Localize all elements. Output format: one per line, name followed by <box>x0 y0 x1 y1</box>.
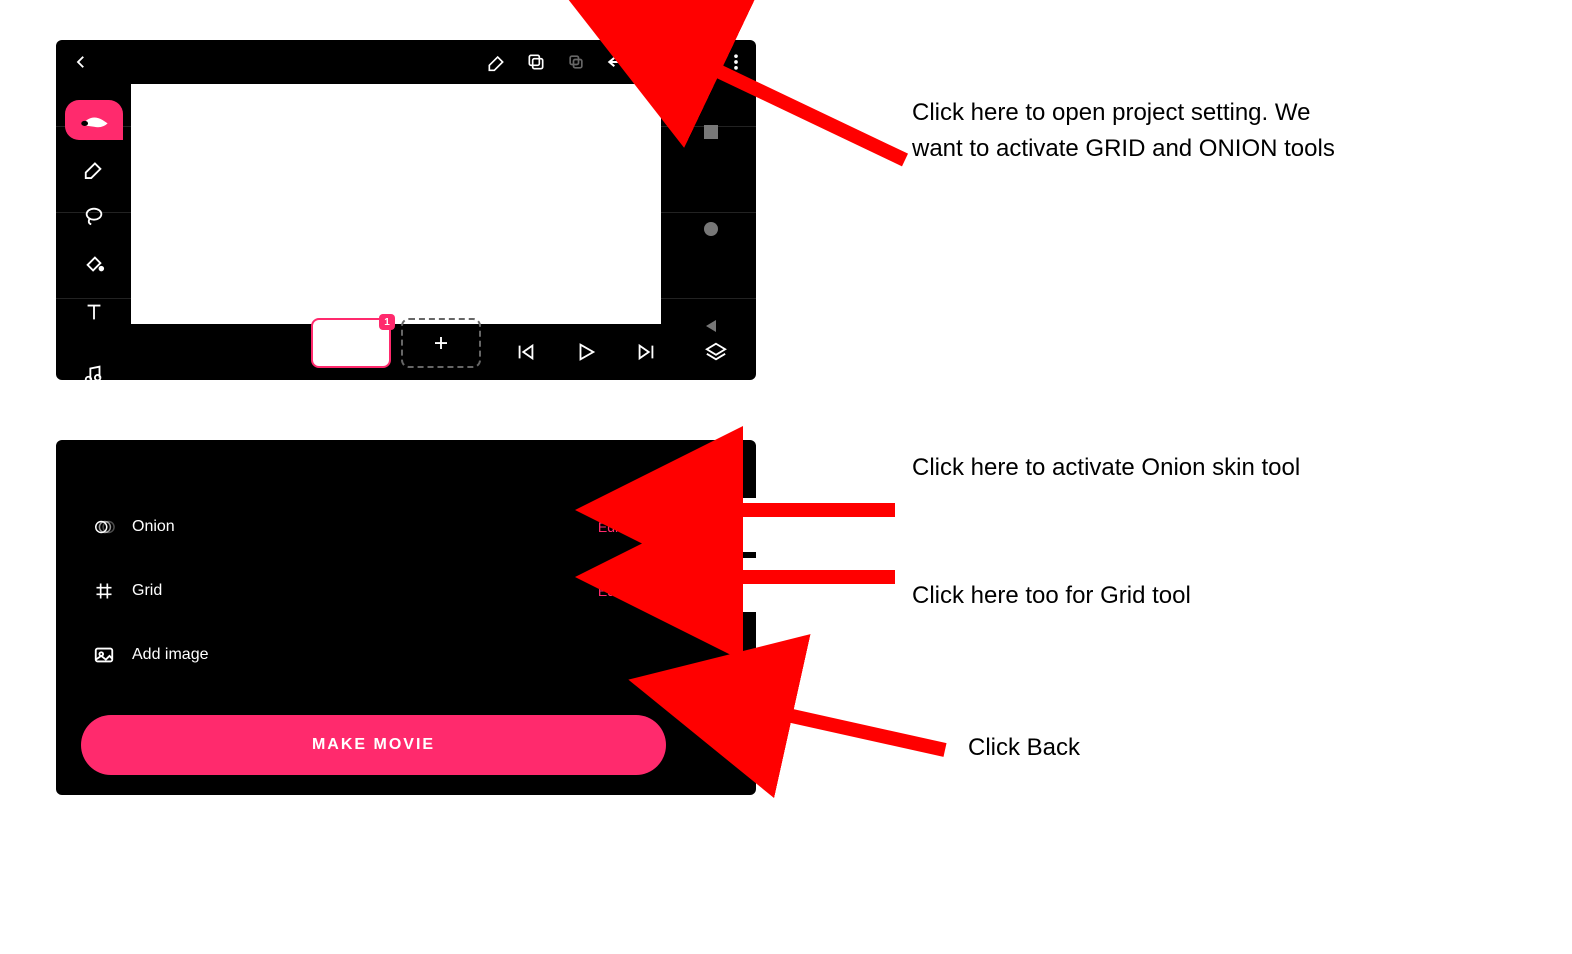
note-grid: Click here too for Grid tool <box>912 578 1342 614</box>
make-movie-button[interactable]: MAKE MOVIE <box>81 715 666 775</box>
grid-icon <box>86 581 122 601</box>
redo-icon[interactable] <box>636 40 676 84</box>
fill-tool[interactable] <box>66 244 122 284</box>
drawing-canvas[interactable] <box>131 84 661 324</box>
setting-row-add-image[interactable]: Add image <box>76 623 690 687</box>
onion-label: Onion <box>122 518 598 536</box>
copy-icon[interactable] <box>556 40 596 84</box>
left-toolbar <box>56 100 131 380</box>
rewind-start-icon[interactable] <box>501 324 551 380</box>
grid-toggle[interactable] <box>632 578 680 604</box>
audio-tool[interactable] <box>66 354 122 380</box>
onion-toggle[interactable] <box>632 514 680 540</box>
more-menu-icon[interactable] <box>716 40 756 84</box>
arrow-to-back-nav <box>750 700 950 760</box>
frame-thumb-1[interactable]: 1 <box>311 318 391 368</box>
play-icon[interactable] <box>561 324 611 380</box>
nav-circle-icon[interactable] <box>703 221 719 237</box>
grid-label: Grid <box>122 582 598 600</box>
onion-edit-link[interactable]: Edit <box>598 519 622 535</box>
select-icon[interactable] <box>516 40 556 84</box>
text-tool[interactable] <box>66 292 122 332</box>
back-button[interactable] <box>56 53 106 71</box>
editor-screenshot: 1 <box>56 40 756 380</box>
onion-icon <box>86 516 122 538</box>
nav-square-icon[interactable] <box>716 530 732 546</box>
eraser-tool[interactable] <box>66 148 122 188</box>
right-nav-rail-2 <box>704 440 744 795</box>
setting-row-onion: Onion Edit <box>76 495 690 559</box>
fullscreen-icon[interactable] <box>676 40 716 84</box>
nav-circle-icon[interactable] <box>716 605 732 621</box>
grid-edit-link[interactable]: Edit <box>598 583 622 599</box>
add-frame-button[interactable] <box>401 318 481 368</box>
lasso-tool[interactable] <box>66 196 122 236</box>
brush-tool[interactable] <box>65 100 123 140</box>
settings-screenshot: Onion Edit Grid Edit Add image MAKE MOVI… <box>56 440 756 795</box>
setting-row-grid: Grid Edit <box>76 559 690 623</box>
settings-list: Onion Edit Grid Edit Add image <box>76 495 690 687</box>
image-icon <box>86 644 122 666</box>
forward-end-icon[interactable] <box>621 324 671 380</box>
layers-icon[interactable] <box>686 324 746 380</box>
note-open-settings: Click here to open project setting. We w… <box>912 95 1342 167</box>
frame-badge: 1 <box>379 314 395 330</box>
undo-icon[interactable] <box>596 40 636 84</box>
nav-back-triangle-icon[interactable] <box>716 680 732 696</box>
top-toolbar <box>56 40 756 84</box>
note-back: Click Back <box>968 730 1268 766</box>
nav-square-icon[interactable] <box>703 124 719 140</box>
eraser-toggle-icon[interactable] <box>476 40 516 84</box>
add-image-label: Add image <box>122 646 680 664</box>
note-onion: Click here to activate Onion skin tool <box>912 450 1342 486</box>
playback-controls <box>501 324 671 380</box>
